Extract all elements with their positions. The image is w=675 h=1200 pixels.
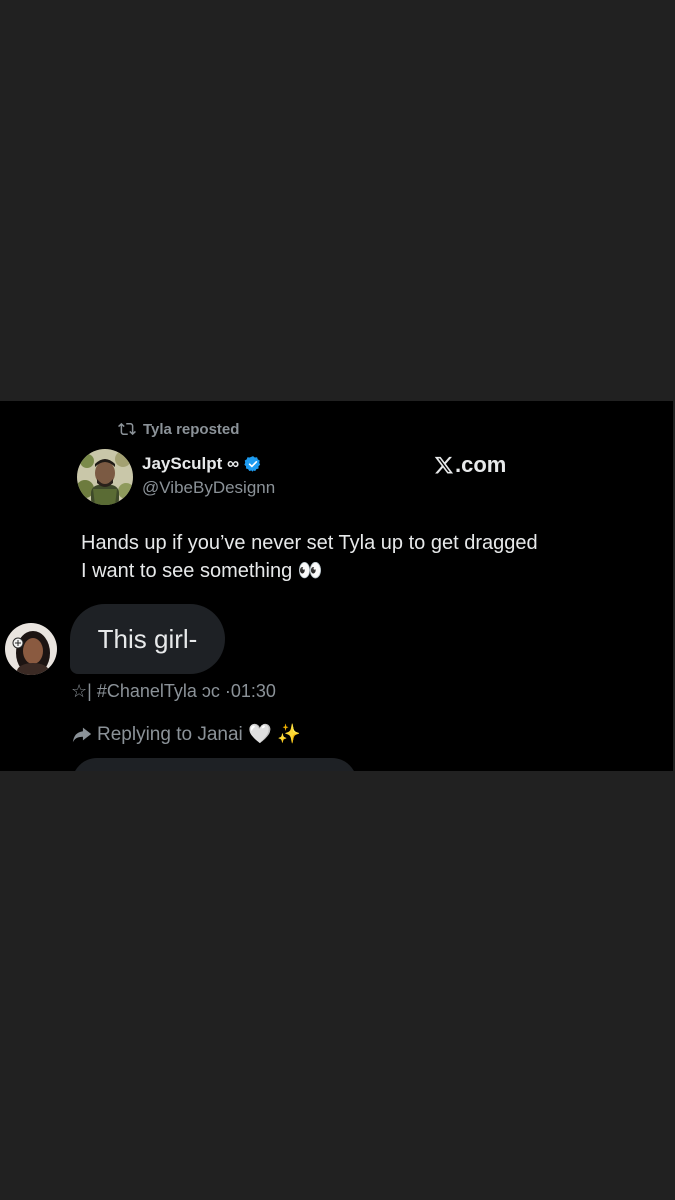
author-block[interactable]: JaySculpt ∞ @VibeByDesignn (77, 449, 275, 505)
author-name-row: JaySculpt ∞ (142, 454, 275, 474)
x-watermark-text: .com (455, 452, 507, 477)
reply-meta: ☆| #ChanelTyla ɔc ·01:30 (71, 681, 276, 701)
repost-text: Tyla reposted (143, 420, 240, 438)
author-text: JaySculpt ∞ @VibeByDesignn (142, 454, 275, 498)
x-watermark: .com (434, 452, 506, 478)
next-message-bubble[interactable] (72, 758, 357, 771)
screenshot-frame: Tyla reposted JaySculpt ∞ @VibeByDesignn… (0, 0, 675, 1200)
repost-icon (118, 422, 136, 436)
x-logo-icon (434, 456, 454, 474)
reply-avatar[interactable] (5, 623, 57, 675)
author-handle[interactable]: @VibeByDesignn (142, 478, 275, 498)
repost-indicator: Tyla reposted (118, 420, 239, 438)
author-name[interactable]: JaySculpt ∞ (142, 454, 239, 474)
tweet-text: Hands up if you’ve never set Tyla up to … (81, 532, 538, 582)
author-avatar[interactable] (77, 449, 133, 505)
verified-badge-icon (244, 456, 261, 472)
replying-to-text: Replying to Janai 🤍 ✨ (97, 724, 301, 745)
reply-bubble-text: This girl- (97, 623, 198, 654)
replying-to: Replying to Janai 🤍 ✨ (71, 722, 301, 746)
reply-bubble[interactable]: This girl- (70, 604, 225, 674)
reply-arrow-icon (72, 727, 92, 743)
post-card: Tyla reposted JaySculpt ∞ @VibeByDesignn… (0, 401, 673, 771)
